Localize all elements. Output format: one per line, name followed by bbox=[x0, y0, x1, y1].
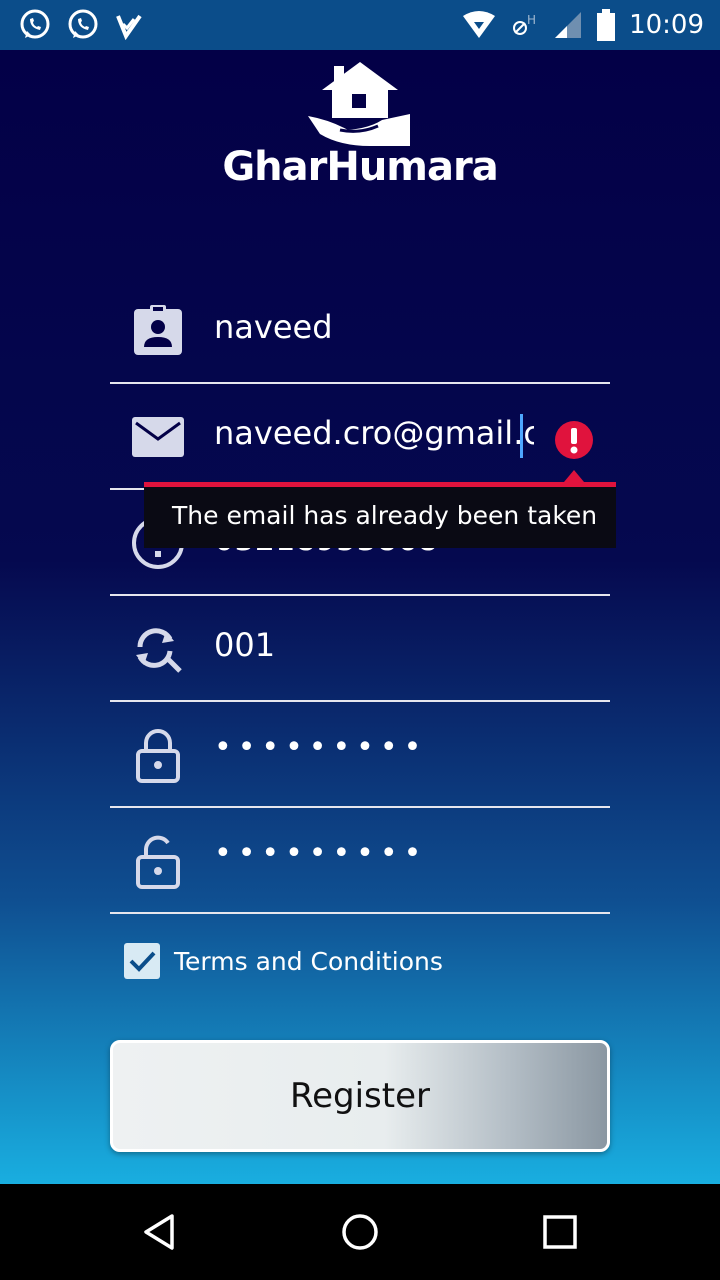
back-icon[interactable] bbox=[138, 1210, 182, 1254]
logo bbox=[0, 58, 720, 158]
clock: 10:09 bbox=[629, 10, 704, 40]
terms-row[interactable]: Terms and Conditions bbox=[124, 943, 443, 979]
text-cursor bbox=[520, 414, 523, 458]
email-error-tooltip: The email has already been taken bbox=[144, 470, 616, 548]
tooltip-arrow bbox=[564, 470, 584, 482]
brand-name: GharHumara bbox=[222, 144, 498, 190]
email-field[interactable]: naveed.cro@gmail.c bbox=[110, 384, 610, 490]
whatsapp-icon bbox=[20, 9, 50, 39]
wifi-icon bbox=[463, 11, 496, 38]
house-hand-icon bbox=[308, 62, 410, 146]
password-field[interactable]: ••••••••• bbox=[110, 702, 610, 808]
signal-icon bbox=[555, 12, 582, 38]
unlock-icon bbox=[136, 835, 180, 889]
password-input[interactable]: ••••••••• bbox=[214, 730, 427, 765]
register-screen: GharHumara naveed naveed.cro@gmail.c 001… bbox=[0, 50, 720, 1184]
code-input[interactable]: 001 bbox=[214, 626, 275, 664]
search-refresh-icon bbox=[136, 628, 182, 673]
mail-icon bbox=[132, 417, 184, 457]
name-input[interactable]: naveed bbox=[214, 308, 333, 346]
register-button[interactable]: Register bbox=[110, 1040, 610, 1152]
lock-icon bbox=[136, 729, 180, 783]
check-app-icon bbox=[116, 14, 142, 40]
terms-checkbox[interactable] bbox=[124, 943, 160, 979]
email-error-message: The email has already been taken bbox=[172, 501, 598, 530]
confirm-password-input[interactable]: ••••••••• bbox=[214, 836, 427, 871]
confirm-password-field[interactable]: ••••••••• bbox=[110, 808, 610, 914]
code-field[interactable]: 001 bbox=[110, 596, 610, 702]
status-bar: H 10:09 bbox=[0, 0, 720, 50]
error-icon[interactable] bbox=[554, 420, 594, 460]
no-data-icon: H bbox=[513, 13, 536, 35]
contact-card-icon bbox=[134, 305, 182, 355]
email-input[interactable]: naveed.cro@gmail.c bbox=[214, 414, 534, 452]
name-field[interactable]: naveed bbox=[110, 278, 610, 384]
navigation-bar bbox=[0, 1184, 720, 1280]
svg-text:H: H bbox=[527, 13, 536, 27]
terms-label[interactable]: Terms and Conditions bbox=[174, 947, 443, 976]
whatsapp-icon bbox=[68, 9, 98, 39]
battery-icon bbox=[597, 9, 616, 41]
recents-icon[interactable] bbox=[538, 1210, 582, 1254]
home-icon[interactable] bbox=[338, 1210, 382, 1254]
checkmark-icon bbox=[129, 951, 156, 972]
